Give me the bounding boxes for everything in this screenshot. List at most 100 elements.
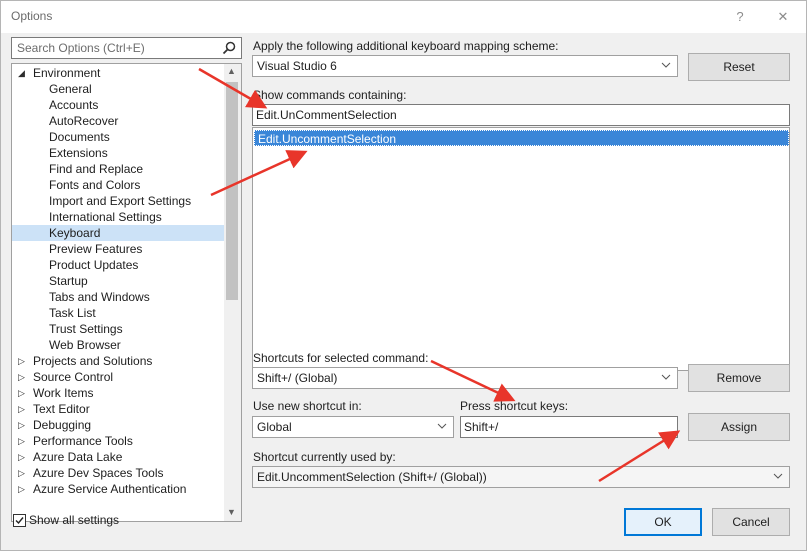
tree-item-label: Import and Export Settings	[49, 194, 192, 208]
used-by-value: Edit.UncommentSelection (Shift+/ (Global…	[257, 470, 487, 484]
remove-button[interactable]: Remove	[688, 364, 790, 392]
tree-item[interactable]: ▷ Debugging	[12, 417, 224, 433]
tree-item[interactable]: ▷ Text Editor	[12, 401, 224, 417]
shortcuts-select[interactable]: Shift+/ (Global)	[252, 367, 678, 389]
tree-item[interactable]: Web Browser	[12, 337, 224, 353]
collapsed-arrow-icon[interactable]: ▷	[18, 449, 25, 465]
collapsed-arrow-icon[interactable]: ▷	[18, 417, 25, 433]
tree-item[interactable]: Extensions	[12, 145, 224, 161]
tree-item-label: Debugging	[33, 418, 92, 432]
press-keys-input[interactable]: Shift+/	[460, 416, 678, 438]
tree-item-label: Product Updates	[49, 258, 139, 272]
tree-item[interactable]: ▷ Azure Service Authentication	[12, 481, 224, 497]
collapsed-arrow-icon[interactable]: ▷	[18, 353, 25, 369]
scroll-down-icon[interactable]: ▼	[227, 507, 236, 517]
show-commands-input[interactable]: Edit.UnCommentSelection	[252, 104, 790, 126]
show-all-settings-checkbox[interactable]	[13, 514, 26, 527]
tree-item[interactable]: Fonts and Colors	[12, 177, 224, 193]
expanded-arrow-icon[interactable]: ◢	[18, 65, 25, 81]
search-icon	[222, 41, 236, 55]
tree-item-label: Find and Replace	[49, 162, 144, 176]
tree-item[interactable]: Find and Replace	[12, 161, 224, 177]
tree-item-label: Startup	[49, 274, 88, 288]
shortcuts-value: Shift+/ (Global)	[257, 371, 338, 385]
dialog-content: Search Options (Ctrl+E) ◢ Environment Gene…	[1, 33, 806, 550]
tree-item-label: Projects and Solutions	[33, 354, 153, 368]
collapsed-arrow-icon[interactable]: ▷	[18, 465, 25, 481]
tree-item[interactable]: ▷ Azure Dev Spaces Tools	[12, 465, 224, 481]
tree-item[interactable]: General	[12, 81, 224, 97]
chevron-down-icon	[437, 423, 447, 429]
tree-item[interactable]: Trust Settings	[12, 321, 224, 337]
tree-item-label: Documents	[49, 130, 110, 144]
tree-item-label: Keyboard	[49, 226, 101, 240]
mapping-scheme-select[interactable]: Visual Studio 6	[252, 55, 678, 77]
use-in-label: Use new shortcut in:	[253, 399, 362, 413]
tree-item[interactable]: International Settings	[12, 209, 224, 225]
mapping-scheme-value: Visual Studio 6	[257, 59, 337, 73]
show-all-settings-label[interactable]: Show all settings	[29, 513, 119, 527]
collapsed-arrow-icon[interactable]: ▷	[18, 385, 25, 401]
cancel-button[interactable]: Cancel	[712, 508, 790, 536]
tree-item[interactable]: Keyboard	[12, 225, 224, 241]
tree-item[interactable]: ▷ Projects and Solutions	[12, 353, 224, 369]
tree-scrollbar[interactable]: ▲ ▼	[224, 64, 241, 521]
tree-item[interactable]: ◢ Environment	[12, 65, 224, 81]
options-tree[interactable]: ◢ Environment General Accounts AutoRecover Do…	[11, 63, 242, 522]
reset-button[interactable]: Reset	[688, 53, 790, 81]
tree-item-label: Performance Tools	[33, 434, 133, 448]
collapsed-arrow-icon[interactable]: ▷	[18, 433, 25, 449]
commands-list[interactable]: Edit.UncommentSelection	[252, 127, 790, 371]
show-commands-label: Show commands containing:	[253, 88, 407, 102]
scroll-thumb[interactable]	[226, 82, 238, 300]
tree-item-label: Azure Dev Spaces Tools	[33, 466, 164, 480]
tree-item[interactable]: ▷ Performance Tools	[12, 433, 224, 449]
tree-item-label: Web Browser	[49, 338, 121, 352]
collapsed-arrow-icon[interactable]: ▷	[18, 369, 25, 385]
tree-item-label: Trust Settings	[49, 322, 123, 336]
collapsed-arrow-icon[interactable]: ▷	[18, 481, 25, 497]
tree-item-label: Azure Service Authentication	[33, 482, 187, 496]
tree-item[interactable]: Import and Export Settings	[12, 193, 224, 209]
show-commands-value: Edit.UnCommentSelection	[256, 108, 397, 122]
tree-item[interactable]: Documents	[12, 129, 224, 145]
tree-item[interactable]: Preview Features	[12, 241, 224, 257]
checkmark-icon	[15, 517, 24, 525]
tree-item-label: AutoRecover	[49, 114, 119, 128]
title-bar: Options ? ✕	[1, 1, 806, 33]
help-button[interactable]: ?	[728, 5, 752, 29]
used-by-select[interactable]: Edit.UncommentSelection (Shift+/ (Global…	[252, 466, 790, 488]
tree-item-label: Fonts and Colors	[49, 178, 141, 192]
chevron-down-icon	[773, 473, 783, 479]
ok-button[interactable]: OK	[624, 508, 702, 536]
used-by-label: Shortcut currently used by:	[253, 450, 396, 464]
tree-item-label: General	[49, 82, 92, 96]
tree-item[interactable]: ▷ Source Control	[12, 369, 224, 385]
tree-item[interactable]: AutoRecover	[12, 113, 224, 129]
search-options-input[interactable]: Search Options (Ctrl+E)	[11, 37, 242, 59]
tree-item-label: Azure Data Lake	[33, 450, 123, 464]
tree-item[interactable]: ▷ Work Items	[12, 385, 224, 401]
press-keys-label: Press shortcut keys:	[460, 399, 569, 413]
tree-item-label: Environment	[33, 66, 101, 80]
use-in-value: Global	[257, 420, 292, 434]
tree-item[interactable]: Product Updates	[12, 257, 224, 273]
list-item[interactable]: Edit.UncommentSelection	[254, 130, 789, 146]
tree-item[interactable]: Startup	[12, 273, 224, 289]
tree-item-label: Text Editor	[33, 402, 90, 416]
mapping-scheme-label: Apply the following additional keyboard …	[253, 39, 559, 53]
tree-item-label: International Settings	[49, 210, 162, 224]
use-in-select[interactable]: Global	[252, 416, 454, 438]
search-placeholder: Search Options (Ctrl+E)	[17, 41, 145, 55]
tree-item[interactable]: Accounts	[12, 97, 224, 113]
scroll-up-icon[interactable]: ▲	[227, 66, 236, 76]
tree-item[interactable]: Task List	[12, 305, 224, 321]
tree-item-label: Tabs and Windows	[49, 290, 150, 304]
tree-item[interactable]: Tabs and Windows	[12, 289, 224, 305]
close-button[interactable]: ✕	[771, 5, 795, 29]
assign-button[interactable]: Assign	[688, 413, 790, 441]
tree-item-label: Extensions	[49, 146, 108, 160]
tree-item[interactable]: ▷ Azure Data Lake	[12, 449, 224, 465]
collapsed-arrow-icon[interactable]: ▷	[18, 401, 25, 417]
options-dialog: Options ? ✕ Search Options (Ctrl+E) ◢ Env…	[0, 0, 807, 551]
